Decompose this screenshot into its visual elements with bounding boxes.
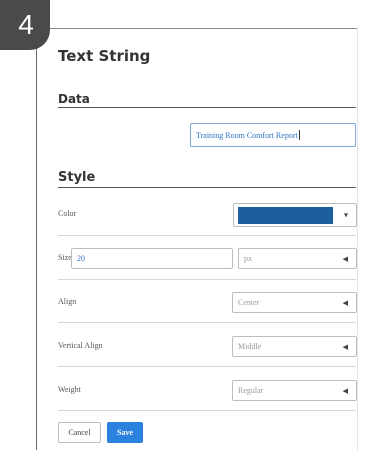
chevron-down-icon: ▾ [343,210,348,220]
caret-left-icon: ◀ [342,342,348,351]
text-cursor [298,130,300,140]
color-swatch [238,207,333,224]
color-label: Color [58,209,77,218]
row-divider [58,410,356,411]
cancel-button[interactable]: Cancel [58,422,101,443]
caret-left-icon: ◀ [342,298,348,307]
align-value: Center [238,298,260,307]
panel-title: Text String [58,47,151,65]
section-divider-data [58,107,356,108]
section-divider-style [58,187,356,188]
section-heading-data: Data [58,92,90,106]
row-divider [58,279,356,280]
row-divider [58,322,356,323]
size-label: Size [58,253,72,262]
vertical-align-label: Vertical Align [58,341,103,350]
weight-value: Regular [238,386,264,395]
vertical-align-select[interactable]: Middle ◀ [232,336,357,357]
weight-label: Weight [58,385,81,394]
text-string-input[interactable]: Training Room Comfort Report [190,123,356,147]
size-input[interactable]: 20 [71,248,233,269]
vertical-align-value: Middle [238,342,262,351]
panel-right-border [357,28,358,450]
text-string-value: Training Room Comfort Report [196,130,298,140]
section-heading-style: Style [58,170,96,185]
row-divider [58,366,356,367]
size-unit-select[interactable]: px ◀ [238,248,357,269]
save-button[interactable]: Save [107,422,143,443]
panel-top-border [36,28,358,29]
row-divider [58,235,356,236]
weight-select[interactable]: Regular ◀ [232,380,357,401]
align-label: Align [58,297,77,306]
step-number-badge: 4 [0,0,50,50]
size-value: 20 [77,254,85,263]
size-unit-value: px [244,254,252,263]
panel-left-border [36,28,37,450]
align-select[interactable]: Center ◀ [232,292,357,313]
color-picker[interactable]: ▾ [233,203,357,227]
caret-left-icon: ◀ [342,386,348,395]
caret-left-icon: ◀ [342,254,348,263]
